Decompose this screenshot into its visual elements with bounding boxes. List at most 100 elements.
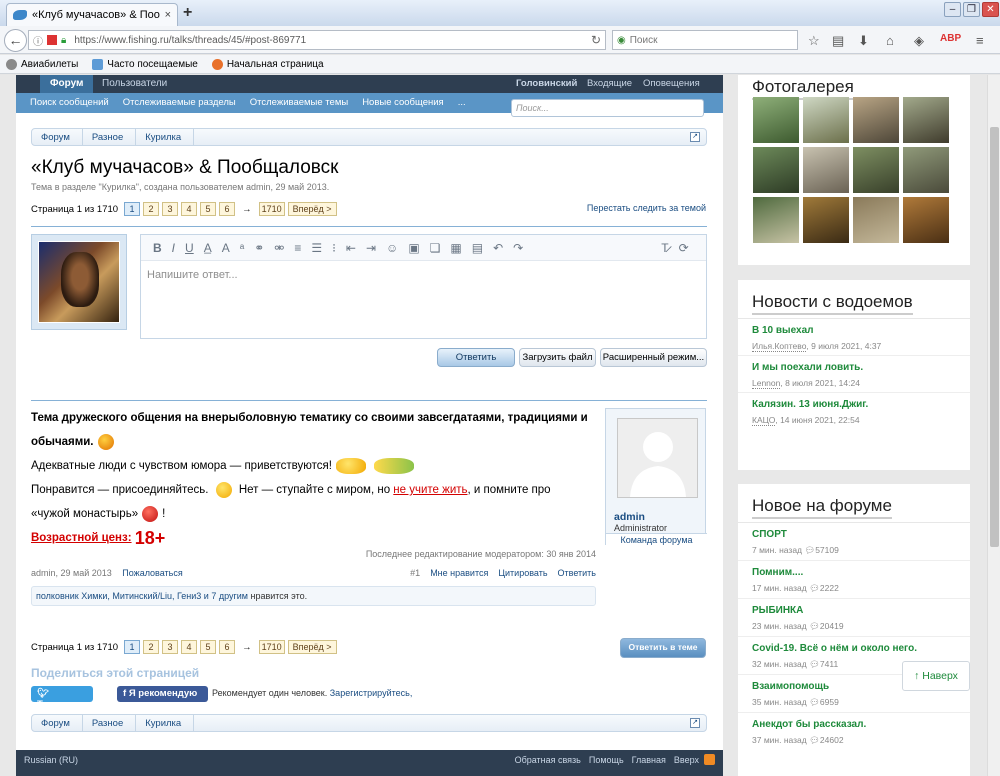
browser-tab[interactable]: «Клуб мучачасов» & Пообща... ×	[6, 3, 178, 26]
crumb-forum[interactable]: Форум	[32, 129, 83, 145]
rss-icon[interactable]	[704, 754, 715, 765]
news-item-title[interactable]: И мы поехали ловить.	[752, 362, 956, 373]
scroll-to-top-button[interactable]: ↑ Наверх	[902, 661, 970, 691]
media-icon[interactable]: ❏	[430, 241, 441, 255]
pocket-icon[interactable]: ◈	[914, 33, 924, 49]
home-icon[interactable]: ⌂	[886, 33, 894, 48]
menu-icon[interactable]: ≡	[976, 33, 984, 48]
page-link[interactable]: 5	[200, 202, 217, 216]
download-icon[interactable]: ⬇	[858, 33, 869, 49]
close-window-button[interactable]: ✕	[982, 2, 999, 17]
post-number[interactable]: #1	[410, 568, 420, 578]
gallery-photo[interactable]	[853, 197, 899, 243]
blocked-icon[interactable]	[47, 35, 57, 45]
user-menu-link[interactable]: Головинский	[516, 78, 577, 89]
tweet-button[interactable]: 🐦︎ Твитнуть	[31, 686, 93, 710]
info-icon[interactable]: ⓘ	[33, 33, 43, 48]
page-link[interactable]: 1	[124, 640, 141, 654]
footer-home-link[interactable]: Главная	[632, 755, 666, 765]
gallery-photo[interactable]	[753, 147, 799, 193]
crumb-kurilka[interactable]: Курилка	[136, 129, 195, 145]
forum-item-title[interactable]: Анекдот бы рассказал.	[752, 719, 956, 730]
like-link[interactable]: Мне нравится	[430, 568, 488, 578]
outdent-icon[interactable]: ⇤	[346, 241, 356, 255]
link-icon[interactable]: ⚭	[254, 241, 264, 255]
maximize-button[interactable]: ❐	[963, 2, 980, 17]
gallery-photo[interactable]	[753, 197, 799, 243]
unwatch-thread-link[interactable]: Перестать следить за темой	[587, 203, 706, 213]
next-page-button[interactable]: Вперёд >	[287, 202, 337, 216]
browser-search-input[interactable]: ◉ Поиск	[612, 30, 798, 50]
post-link[interactable]: не учите жить	[393, 484, 467, 496]
minimize-button[interactable]: ‒	[944, 2, 961, 17]
align-icon[interactable]: ≡	[294, 241, 301, 255]
forum-search-input[interactable]: Поиск...	[511, 99, 704, 117]
gallery-photo[interactable]	[753, 97, 799, 143]
language-chooser[interactable]: Russian (RU)	[24, 755, 78, 765]
page-link[interactable]: 2	[143, 640, 160, 654]
crumb-kurilka[interactable]: Курилка	[136, 715, 195, 731]
alerts-link[interactable]: Оповещения	[643, 78, 700, 89]
font-color-icon[interactable]: A̲	[204, 241, 212, 255]
reply-editor[interactable]: B I U A̲ A ᵃ ⚭ ⚮ ≡ ☰ ⁝ ⇤ ⇥ ☺ ▣ ❏ ▦ ▤ ↶ ↷	[140, 234, 707, 339]
quote-link[interactable]: Цитировать	[498, 568, 547, 578]
next-page-button[interactable]: Вперёд >	[287, 640, 337, 654]
register-link[interactable]: Зарегистрируйтесь,	[330, 688, 413, 698]
page-link[interactable]: 6	[219, 640, 236, 654]
forum-item-title[interactable]: РЫБИНКА	[752, 605, 956, 616]
gallery-photo[interactable]	[903, 97, 949, 143]
page-link[interactable]: 6	[219, 202, 236, 216]
page-link-last[interactable]: 1710	[258, 640, 285, 654]
adblock-icon[interactable]: ABP	[940, 33, 961, 44]
inbox-link[interactable]: Входящие	[587, 78, 632, 89]
remove-format-icon[interactable]: T̷	[661, 241, 668, 255]
indent-icon[interactable]: ⇥	[366, 241, 376, 255]
subnav-new-posts[interactable]: Новые сообщения	[362, 97, 444, 113]
gallery-photo[interactable]	[803, 197, 849, 243]
jump-icon[interactable]: ↗	[690, 718, 700, 728]
bbcode-toggle-icon[interactable]: ⟳	[679, 241, 689, 255]
news-item-title[interactable]: В 10 выехал	[752, 325, 956, 336]
report-link[interactable]: Пожаловаться	[122, 568, 182, 578]
gallery-photo[interactable]	[903, 197, 949, 243]
new-tab-button[interactable]: +	[183, 4, 192, 22]
news-item-user[interactable]: КАЦО	[752, 415, 776, 426]
footer-help-link[interactable]: Помощь	[589, 755, 624, 765]
gallery-photo[interactable]	[903, 147, 949, 193]
forum-item-title[interactable]: СПОРТ	[752, 529, 956, 540]
reply-thread-button[interactable]: Ответить в теме	[620, 638, 706, 658]
bold-icon[interactable]: B	[153, 241, 162, 255]
page-link[interactable]: 4	[181, 202, 198, 216]
reading-list-icon[interactable]: ▤	[832, 33, 844, 49]
reply-button[interactable]: Ответить	[437, 348, 515, 367]
gallery-photo[interactable]	[803, 97, 849, 143]
star-bookmark-icon[interactable]: ☆	[808, 33, 820, 49]
author-name[interactable]: admin	[614, 511, 645, 523]
bookmark-frequent[interactable]: Часто посещаемые	[92, 58, 198, 70]
search-engine-icon[interactable]: ◉	[617, 35, 626, 46]
bullet-list-icon[interactable]: ☰	[311, 241, 322, 255]
default-avatar[interactable]	[617, 418, 698, 498]
underline-icon[interactable]: U	[185, 241, 194, 255]
facebook-recommend-button[interactable]: f Я рекомендую	[117, 686, 208, 702]
subnav-search-posts[interactable]: Поиск сообщений	[30, 97, 109, 113]
subnav-watched-forums[interactable]: Отслеживаемые разделы	[123, 97, 236, 113]
number-list-icon[interactable]: ⁝	[332, 241, 336, 255]
tab-close-icon[interactable]: ×	[165, 9, 171, 21]
tab-forum[interactable]: Форум	[40, 75, 94, 93]
footer-top-link[interactable]: Вверх	[674, 755, 699, 765]
gallery-photo[interactable]	[853, 147, 899, 193]
gallery-photo[interactable]	[803, 147, 849, 193]
news-item-title[interactable]: Калязин. 13 июня.Джиг.	[752, 399, 956, 410]
subnav-more[interactable]: ...	[458, 97, 466, 113]
crumb-forum[interactable]: Форум	[32, 715, 83, 731]
forum-item-title[interactable]: Covid-19. Всё о нём и около него.	[752, 643, 956, 654]
back-arrow-icon[interactable]: ←	[4, 29, 27, 52]
gallery-photo[interactable]	[853, 97, 899, 143]
smiley-icon[interactable]: ☺	[386, 241, 398, 255]
page-link[interactable]: 3	[162, 640, 179, 654]
page-link[interactable]: 1	[124, 202, 141, 216]
advanced-mode-button[interactable]: Расширенный режим...	[600, 348, 707, 367]
footer-feedback-link[interactable]: Обратная связь	[515, 755, 581, 765]
news-item-user[interactable]: Илья.Коптево	[752, 341, 807, 352]
